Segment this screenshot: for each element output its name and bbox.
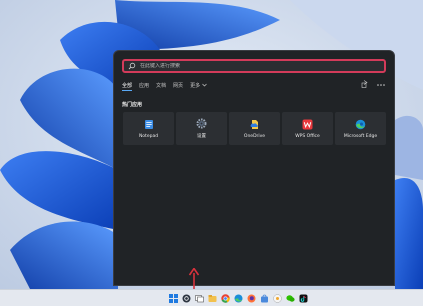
tab-apps[interactable]: 应用	[139, 82, 149, 89]
header-actions	[361, 80, 385, 90]
taskbar-icons	[168, 293, 308, 303]
search-tabs: 全部 应用 文档 网页 更多	[122, 82, 207, 89]
tab-web[interactable]: 网页	[173, 82, 183, 89]
app-label: 设置	[197, 134, 206, 139]
more-options-icon[interactable]	[377, 81, 385, 89]
tab-documents[interactable]: 文档	[156, 82, 166, 89]
browser-icon[interactable]	[272, 293, 282, 303]
search-icon	[128, 62, 136, 70]
search-box[interactable]	[122, 59, 386, 73]
firefox-icon[interactable]	[246, 293, 256, 303]
windows-start-icon[interactable]	[168, 293, 178, 303]
app-tile-notepad[interactable]: Notepad	[123, 112, 174, 145]
task-view-icon[interactable]	[194, 293, 204, 303]
wps-office-icon	[302, 119, 313, 130]
active-tab-indicator	[122, 90, 132, 91]
app-label: Microsoft Edge	[343, 133, 378, 139]
share-icon[interactable]	[361, 80, 368, 90]
store-icon[interactable]	[259, 293, 269, 303]
top-apps-heading: 热门应用	[122, 102, 143, 108]
app-tile-settings[interactable]: 设置	[176, 112, 227, 145]
app-tile-microsoft-edge[interactable]: Microsoft Edge	[335, 112, 386, 145]
edge-icon[interactable]	[233, 293, 243, 303]
app-tile-wps-office[interactable]: WPS Office	[282, 112, 333, 145]
search-panel: 全部 应用 文档 网页 更多 热门应用 Notepad	[113, 50, 395, 286]
tab-all[interactable]: 全部	[122, 82, 132, 89]
app-label: WPS Office	[295, 133, 320, 139]
search-input[interactable]	[140, 63, 340, 69]
pointer-arrow-icon	[188, 268, 200, 290]
chevron-down-icon	[202, 83, 207, 89]
tab-more-label: 更多	[190, 83, 201, 89]
notepad-icon	[143, 119, 154, 130]
app-label: OneDrive	[243, 133, 266, 139]
tab-more[interactable]: 更多	[190, 82, 207, 89]
taskbar	[0, 289, 423, 306]
top-apps-list: Notepad 设置 OneDrive WPS Office Microsoft…	[123, 112, 386, 145]
search-icon[interactable]	[181, 293, 191, 303]
edge-icon	[355, 119, 366, 130]
app-label: Notepad	[138, 133, 159, 139]
file-explorer-icon[interactable]	[207, 293, 217, 303]
app-tile-onedrive[interactable]: OneDrive	[229, 112, 280, 145]
onedrive-icon	[249, 119, 260, 130]
tiktok-icon[interactable]	[298, 293, 308, 303]
settings-gear-icon	[196, 118, 207, 129]
wechat-icon[interactable]	[285, 293, 295, 303]
chrome-icon[interactable]	[220, 293, 230, 303]
